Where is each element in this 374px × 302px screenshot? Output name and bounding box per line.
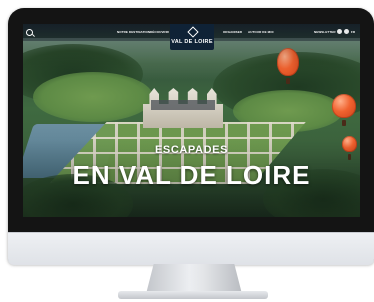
nav-link-decouvrir[interactable]: DÉCOUVRIR: [150, 30, 169, 34]
nav-link-newsletter[interactable]: NEWSLETTER: [314, 30, 336, 34]
monitor-chin: [8, 232, 374, 265]
hero-kicker: ESCAPADES: [154, 144, 229, 156]
nav-link-autour[interactable]: AUTOUR DE MOI: [248, 30, 274, 34]
monitor-stand-neck: [146, 264, 242, 294]
logo-icon: [187, 26, 199, 38]
monitor-stand-base: [118, 291, 268, 299]
hero-title: EN VAL DE LOIRE: [72, 160, 311, 190]
user-icon[interactable]: [337, 29, 342, 34]
search-icon[interactable]: [26, 29, 33, 36]
site-logo[interactable]: VAL DE LOIRE: [170, 24, 214, 50]
heart-icon[interactable]: [344, 29, 349, 34]
logo-text: VAL DE LOIRE: [171, 39, 213, 45]
website-screen: NOTRE DESTINATION DÉCOUVRIR ORGANISER AU…: [23, 24, 360, 217]
nav-link-organiser[interactable]: ORGANISER: [223, 30, 242, 34]
nav-link-destination[interactable]: NOTRE DESTINATION: [117, 30, 150, 34]
language-selector[interactable]: FR: [351, 30, 355, 34]
